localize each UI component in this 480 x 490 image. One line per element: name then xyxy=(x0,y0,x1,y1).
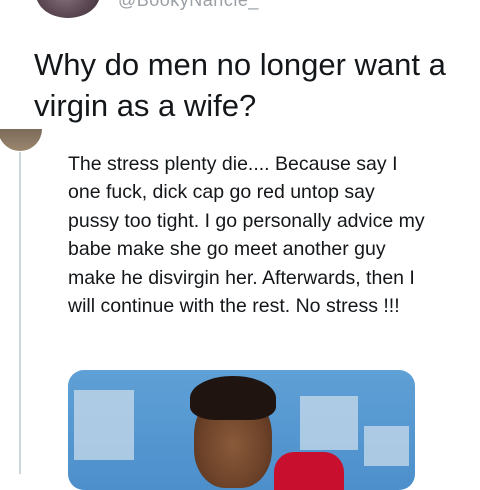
reply-avatar[interactable] xyxy=(0,129,42,151)
player-shirt xyxy=(274,452,344,490)
tweet-question-text: Why do men no longer want a virgin as a … xyxy=(34,47,446,123)
author-avatar[interactable] xyxy=(36,0,100,18)
reply-text: The stress plenty die.... Because say I … xyxy=(68,153,425,318)
author-handle[interactable]: @BookyNancie_ xyxy=(118,0,259,11)
player-hair xyxy=(190,376,276,420)
reply-media-image[interactable] xyxy=(68,370,415,490)
stadium-stand xyxy=(300,396,358,450)
stadium-stand xyxy=(74,390,134,460)
thread-line xyxy=(19,152,21,474)
stadium-stand xyxy=(364,426,409,466)
